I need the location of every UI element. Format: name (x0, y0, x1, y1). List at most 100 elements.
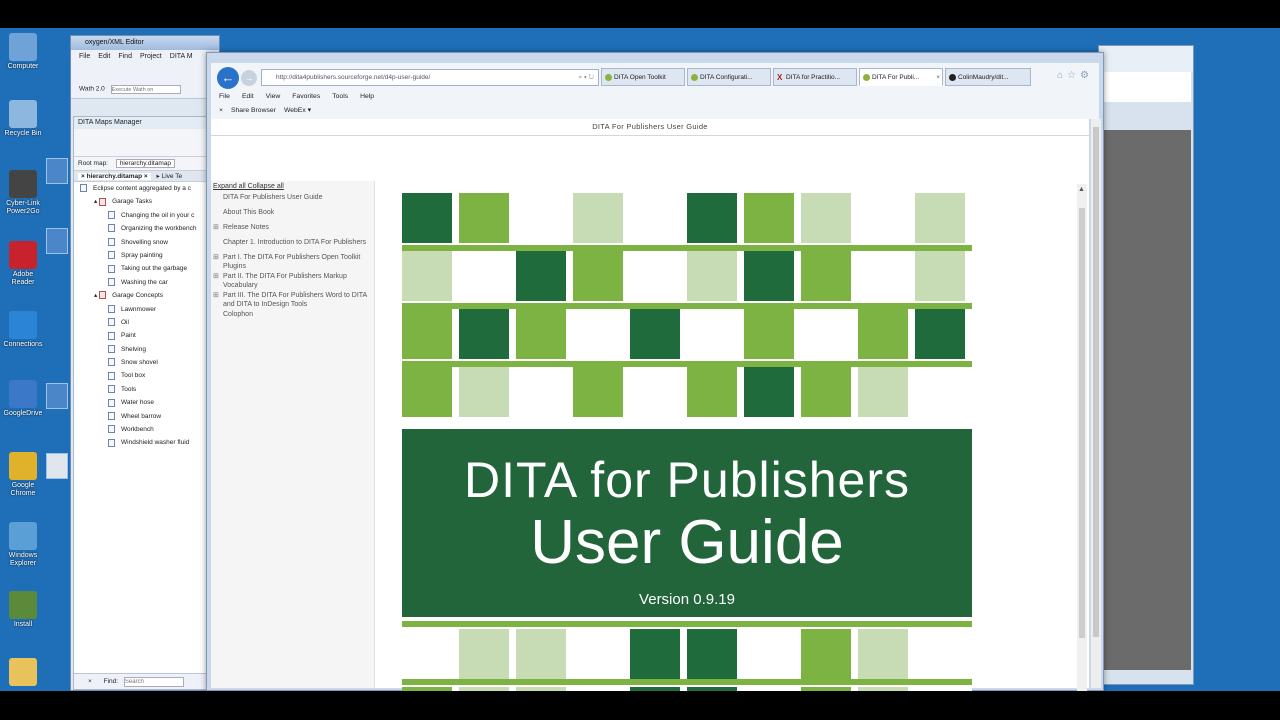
window-scroll-thumb[interactable] (1093, 127, 1099, 637)
browser-menu-item[interactable]: Help (360, 93, 374, 100)
window-scrollbar[interactable] (1091, 119, 1101, 688)
tree-item[interactable]: Snow shovel (74, 356, 216, 369)
map-icon (99, 197, 107, 206)
partial-desktop-icon[interactable] (46, 453, 68, 479)
tree-item[interactable]: Oil (74, 316, 216, 329)
desktop-icon[interactable]: Adobe Reader (2, 241, 44, 287)
search-icon[interactable]: ⌕ (579, 74, 583, 81)
browser-menu-item[interactable]: View (266, 93, 281, 100)
tree-item[interactable]: Shovelling snow (74, 236, 216, 249)
tree-item[interactable]: ▴ Garage Tasks (74, 195, 216, 208)
toc-item[interactable]: Part I. The DITA For Publishers Open Too… (213, 253, 373, 271)
live-tab[interactable]: ▸ Live Te (157, 173, 183, 180)
desktop-icon[interactable]: Cyber-Link Power2Go (2, 170, 44, 216)
scroll-up-arrow-icon[interactable]: ▲ (1078, 186, 1085, 193)
forward-button[interactable]: → (241, 70, 257, 86)
toc-item[interactable]: Chapter 1. Introduction to DITA For Publ… (213, 238, 373, 247)
desktop-icon[interactable]: Install (2, 591, 44, 629)
cover-square (459, 251, 509, 301)
tree-item[interactable]: Tools (74, 383, 216, 396)
desktop-icon[interactable]: GoogleDrive (2, 380, 44, 418)
toc-item[interactable]: Part II. The DITA For Publishers Markup … (213, 272, 373, 290)
browser-tab[interactable]: DITA Configurati... (687, 68, 771, 86)
browser-menu-item[interactable]: Tools (332, 93, 348, 100)
browser-menu-item[interactable]: Favorites (292, 93, 320, 100)
tree-item[interactable]: Taking out the garbage (74, 262, 216, 275)
toc-item[interactable]: DITA For Publishers User Guide (213, 193, 373, 202)
toc-item[interactable]: Colophon (213, 310, 373, 319)
browser-menu-item[interactable]: File (219, 93, 230, 100)
tree-item[interactable]: Shelving (74, 343, 216, 356)
oxygen-menu-item[interactable]: File (79, 53, 90, 60)
tree-item[interactable]: Wheel barrow (74, 410, 216, 423)
pdf-icon (9, 241, 37, 269)
browser-menu-item[interactable]: Edit (242, 93, 254, 100)
desktop-icon[interactable]: Windows Explorer (2, 522, 44, 568)
address-bar[interactable]: http://dita4publishers.sourceforge.net/d… (261, 69, 599, 86)
home-icon[interactable]: ⌂ (1057, 70, 1067, 81)
desktop-icon[interactable]: Google Chrome (2, 452, 44, 498)
tree-item[interactable]: Windshield washer fluid (74, 436, 216, 449)
content-scrollbar[interactable]: ▲ ▼ (1077, 184, 1087, 691)
topic-icon (108, 224, 115, 233)
partial-desktop-icon[interactable] (46, 228, 68, 254)
tree-item-label: Wheel barrow (121, 412, 162, 420)
toc-item[interactable]: Release Notes (213, 223, 373, 232)
desktop-icon[interactable]: Computer (2, 33, 44, 71)
tree-item[interactable]: Tool box (74, 369, 216, 382)
expand-collapse-all[interactable]: Expand all Collapse all (213, 183, 284, 190)
tree-item[interactable]: Water hose (74, 396, 216, 409)
oxygen-menu-item[interactable]: DITA M (170, 53, 193, 60)
desktop-icon[interactable] (2, 658, 44, 688)
oxygen-menu-item[interactable]: Edit (98, 53, 110, 60)
toc-item[interactable]: About This Book (213, 208, 373, 217)
oxygen-menu-item[interactable]: Project (140, 53, 162, 60)
map-tree: Eclipse content aggregated by a c ▴ Garag… (74, 182, 216, 450)
tree-item[interactable]: Eclipse content aggregated by a c (74, 182, 216, 195)
browser-tab[interactable]: X DITA for Practitio... (773, 68, 857, 86)
back-button[interactable]: ← (217, 67, 239, 89)
refresh-icon[interactable]: ↻ (589, 74, 594, 81)
tree-item-label: Taking out the garbage (121, 265, 188, 273)
desktop-icon[interactable]: Recycle Bin (2, 100, 44, 138)
tree-item-label: Snow shovel (121, 359, 158, 367)
desktop-icon[interactable]: Connections (2, 311, 44, 349)
xpath-version[interactable]: Wath 2.0 (79, 86, 105, 93)
tree-item[interactable]: Spray painting (74, 249, 216, 262)
topic-icon (108, 264, 115, 273)
map-tab[interactable]: × hierarchy.ditamap × (78, 173, 151, 180)
tree-item[interactable]: Washing the car (74, 276, 216, 289)
tree-item[interactable]: Workbench (74, 423, 216, 436)
tab-close-icon[interactable]: × (936, 69, 940, 85)
browser-tab[interactable]: DITA Open Toolkit (601, 68, 685, 86)
root-map-select[interactable]: hierarchy.ditamap (115, 159, 175, 168)
find-input[interactable] (123, 677, 184, 687)
browser-tools: ⌂☆⚙ (1057, 70, 1093, 81)
favbar-close-icon[interactable]: × (219, 107, 223, 114)
partial-desktop-icon[interactable] (46, 383, 68, 409)
favorites-star-icon[interactable]: ☆ (1067, 70, 1080, 81)
content-scroll-thumb[interactable] (1079, 208, 1085, 638)
xpath-input[interactable] (110, 85, 181, 94)
oxygen-title-bar[interactable]: oxygen/XML Editor (71, 36, 219, 50)
partial-desktop-icon[interactable] (46, 158, 68, 184)
cover-square (744, 309, 794, 359)
toc-item[interactable]: Part III. The DITA For Publishers Word t… (213, 291, 373, 309)
favbar-item[interactable]: WebEx ▾ (284, 107, 311, 114)
settings-gear-icon[interactable]: ⚙ (1080, 70, 1093, 81)
browser-tab[interactable]: ColinMaudry/dit... (945, 68, 1031, 86)
tab-active[interactable]: DITA For Publi... × (859, 68, 943, 86)
cover-square (573, 251, 623, 301)
tree-item[interactable]: ▴ Garage Concepts (74, 289, 216, 302)
topic-icon (108, 358, 115, 367)
cover-square (801, 367, 851, 417)
tree-item[interactable]: Paint (74, 329, 216, 342)
tree-item-label: Shelving (121, 345, 146, 353)
tree-item[interactable]: Changing the oil in your c (74, 209, 216, 222)
find-close-icon[interactable]: × (88, 678, 92, 685)
tree-item[interactable]: Lawnmower (74, 303, 216, 316)
favbar-item[interactable]: Share Browser (231, 107, 276, 114)
oxygen-menu-item[interactable]: Find (118, 53, 132, 60)
tree-item[interactable]: Organizing the workbench (74, 222, 216, 235)
toc-list: DITA For Publishers User Guide About This… (213, 193, 373, 325)
